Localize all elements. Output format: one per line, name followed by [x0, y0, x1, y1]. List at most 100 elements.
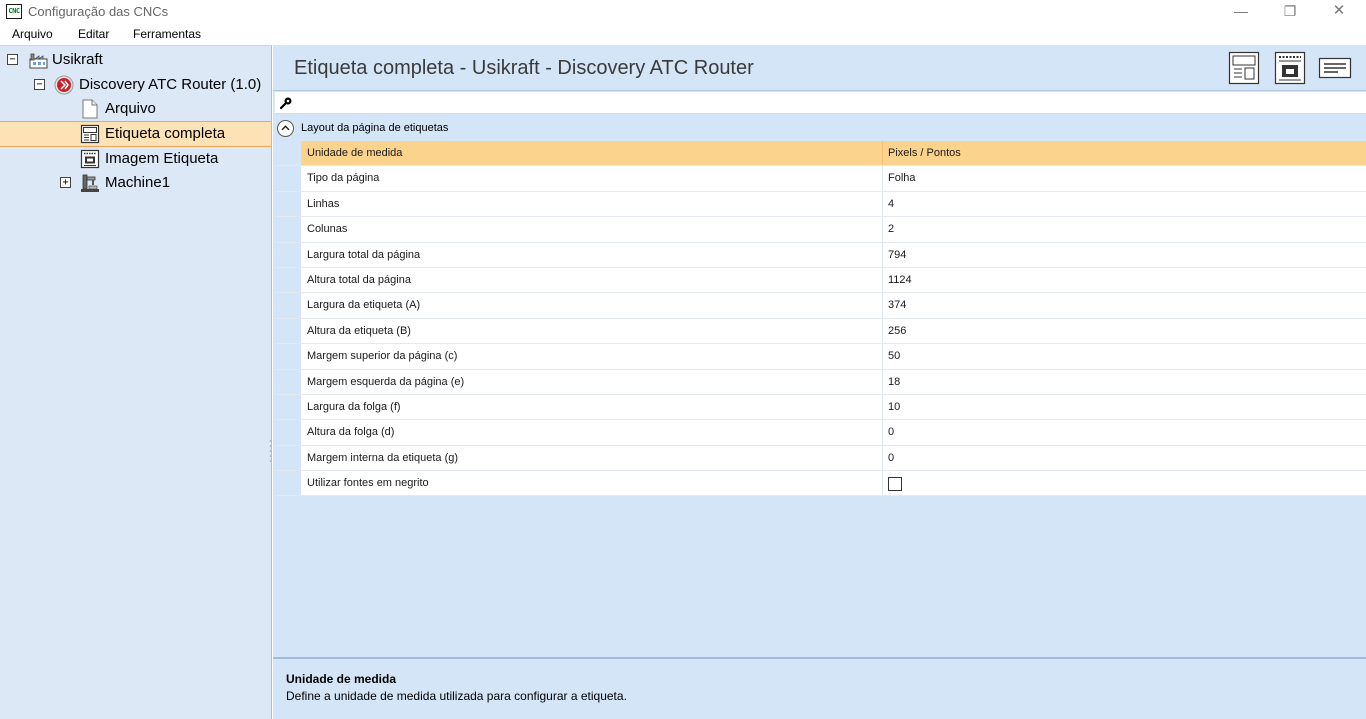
- property-name: Unidade de medida: [307, 147, 403, 159]
- property-value[interactable]: 18: [888, 370, 900, 395]
- maximize-button[interactable]: ❐: [1267, 0, 1313, 24]
- tree-label-etiqueta-completa: Etiqueta completa: [105, 125, 226, 142]
- description-panel: Unidade de medida Define a unidade de me…: [273, 657, 1366, 719]
- property-value[interactable]: 0: [888, 420, 894, 445]
- tree-item-etiqueta-completa[interactable]: Etiqueta completa: [0, 122, 270, 146]
- tree-item-arquivo[interactable]: Arquivo: [0, 97, 270, 121]
- page-title: Etiqueta completa - Usikraft - Discovery…: [294, 57, 754, 79]
- minimize-button[interactable]: —: [1218, 0, 1264, 24]
- collapse-icon[interactable]: −: [34, 79, 45, 90]
- tree-item-machine1[interactable]: + Machine1: [0, 171, 270, 195]
- property-name: Largura total da página: [307, 248, 421, 261]
- menu-editar[interactable]: Editar: [78, 27, 109, 41]
- property-name: Altura da folga (d): [307, 426, 395, 439]
- description-title: Unidade de medida: [286, 672, 397, 686]
- tree-label-usikraft: Usikraft: [52, 51, 103, 68]
- column-divider: [882, 217, 883, 242]
- property-row[interactable]: Tipo da página Folha: [275, 166, 1366, 192]
- property-row[interactable]: Altura da etiqueta (B) 256: [275, 318, 1366, 345]
- property-value[interactable]: 0: [888, 446, 894, 471]
- property-name: Largura da folga (f): [307, 400, 401, 413]
- property-value[interactable]: 1124: [888, 268, 912, 293]
- tree-item-usikraft[interactable]: − Usikraft: [0, 48, 270, 72]
- property-value[interactable]: 2: [888, 217, 894, 242]
- group-title: Layout da página de etiquetas: [301, 122, 449, 134]
- row-gutter: [275, 191, 301, 217]
- property-value[interactable]: 374: [888, 293, 906, 318]
- property-name: Margem superior da página (c): [307, 350, 458, 363]
- full-label-view-icon[interactable]: [1228, 51, 1260, 85]
- text-label-view-icon[interactable]: [1318, 51, 1352, 85]
- content-panel: Etiqueta completa - Usikraft - Discovery…: [273, 45, 1366, 719]
- column-divider: [882, 318, 883, 344]
- column-divider: [882, 141, 883, 166]
- property-name: Margem esquerda da página (e): [307, 375, 465, 388]
- property-name: Largura da etiqueta (A): [307, 299, 421, 312]
- factory-icon: [29, 53, 48, 69]
- property-value[interactable]: Folha: [888, 166, 916, 191]
- search-icon: [279, 97, 292, 110]
- property-value[interactable]: 10: [888, 395, 900, 420]
- row-gutter: [275, 217, 301, 242]
- expand-icon[interactable]: +: [60, 177, 71, 188]
- row-gutter: [275, 369, 301, 394]
- tree-item-router[interactable]: − Discovery ATC Router (1.0): [0, 73, 270, 97]
- bold-fonts-checkbox[interactable]: [888, 477, 902, 492]
- property-value[interactable]: Pixels / Pontos: [888, 141, 961, 166]
- property-value[interactable]: 256: [888, 319, 906, 344]
- property-value[interactable]: 50: [888, 344, 900, 369]
- property-row[interactable]: Utilizar fontes em negrito: [275, 471, 1366, 497]
- cnc-app-icon: CNC: [6, 4, 22, 19]
- property-row[interactable]: Altura da folga (d) 0: [275, 420, 1366, 446]
- property-row[interactable]: Altura total da página 1124: [275, 267, 1366, 294]
- search-bar: [275, 92, 1366, 114]
- property-row[interactable]: Linhas 4: [275, 191, 1366, 218]
- row-gutter: [275, 267, 301, 293]
- row-gutter: [275, 445, 301, 471]
- property-name: Altura total da página: [307, 273, 411, 286]
- machine-icon: [81, 174, 99, 192]
- property-row[interactable]: Colunas 2: [275, 217, 1366, 243]
- column-divider: [882, 191, 883, 217]
- row-gutter: [275, 318, 301, 344]
- tree-label-router: Discovery ATC Router (1.0): [79, 76, 262, 93]
- label-image-view-icon[interactable]: [1274, 51, 1306, 85]
- property-row[interactable]: Margem superior da página (c) 50: [275, 344, 1366, 370]
- search-input[interactable]: [295, 93, 1355, 112]
- property-row[interactable]: Margem esquerda da página (e) 18: [275, 369, 1366, 395]
- property-name: Utilizar fontes em negrito: [307, 477, 429, 490]
- column-divider: [882, 394, 883, 420]
- property-row[interactable]: Unidade de medida Pixels / Pontos: [275, 141, 1366, 167]
- column-divider: [882, 445, 883, 471]
- property-row[interactable]: Largura da folga (f) 10: [275, 394, 1366, 421]
- row-gutter: [275, 420, 301, 445]
- window-title: Configuração das CNCs: [28, 4, 169, 19]
- property-name: Margem interna da etiqueta (g): [307, 451, 459, 464]
- column-divider: [882, 471, 883, 496]
- row-gutter: [275, 166, 301, 191]
- tree-panel: − Usikraft − Discovery ATC Router (1.0) …: [0, 45, 272, 719]
- file-icon: [82, 99, 98, 119]
- title-bar: CNC Configuração das CNCs — ❐ ✕: [0, 0, 1366, 24]
- property-value[interactable]: 4: [888, 192, 894, 217]
- column-divider: [882, 369, 883, 394]
- column-divider: [882, 344, 883, 369]
- splitter-grip-icon[interactable]: [269, 438, 272, 468]
- column-divider: [882, 420, 883, 445]
- menu-arquivo[interactable]: Arquivo: [12, 27, 53, 41]
- column-divider: [882, 267, 883, 293]
- row-gutter: [275, 293, 301, 318]
- property-row[interactable]: Largura da etiqueta (A) 374: [275, 293, 1366, 319]
- collapse-group-icon[interactable]: [277, 120, 294, 137]
- close-button[interactable]: ✕: [1316, 0, 1362, 24]
- menu-ferramentas[interactable]: Ferramentas: [133, 27, 201, 41]
- tree-item-imagem-etiqueta[interactable]: Imagem Etiqueta: [0, 147, 270, 171]
- property-row[interactable]: Margem interna da etiqueta (g) 0: [275, 445, 1366, 472]
- tree-label-arquivo: Arquivo: [105, 100, 156, 117]
- collapse-icon[interactable]: −: [7, 54, 18, 65]
- property-value[interactable]: 794: [888, 243, 906, 268]
- row-gutter: [275, 344, 301, 369]
- tree-label-imagem-etiqueta: Imagem Etiqueta: [105, 150, 219, 167]
- property-row[interactable]: Largura total da página 794: [275, 242, 1366, 268]
- row-gutter: [275, 471, 301, 496]
